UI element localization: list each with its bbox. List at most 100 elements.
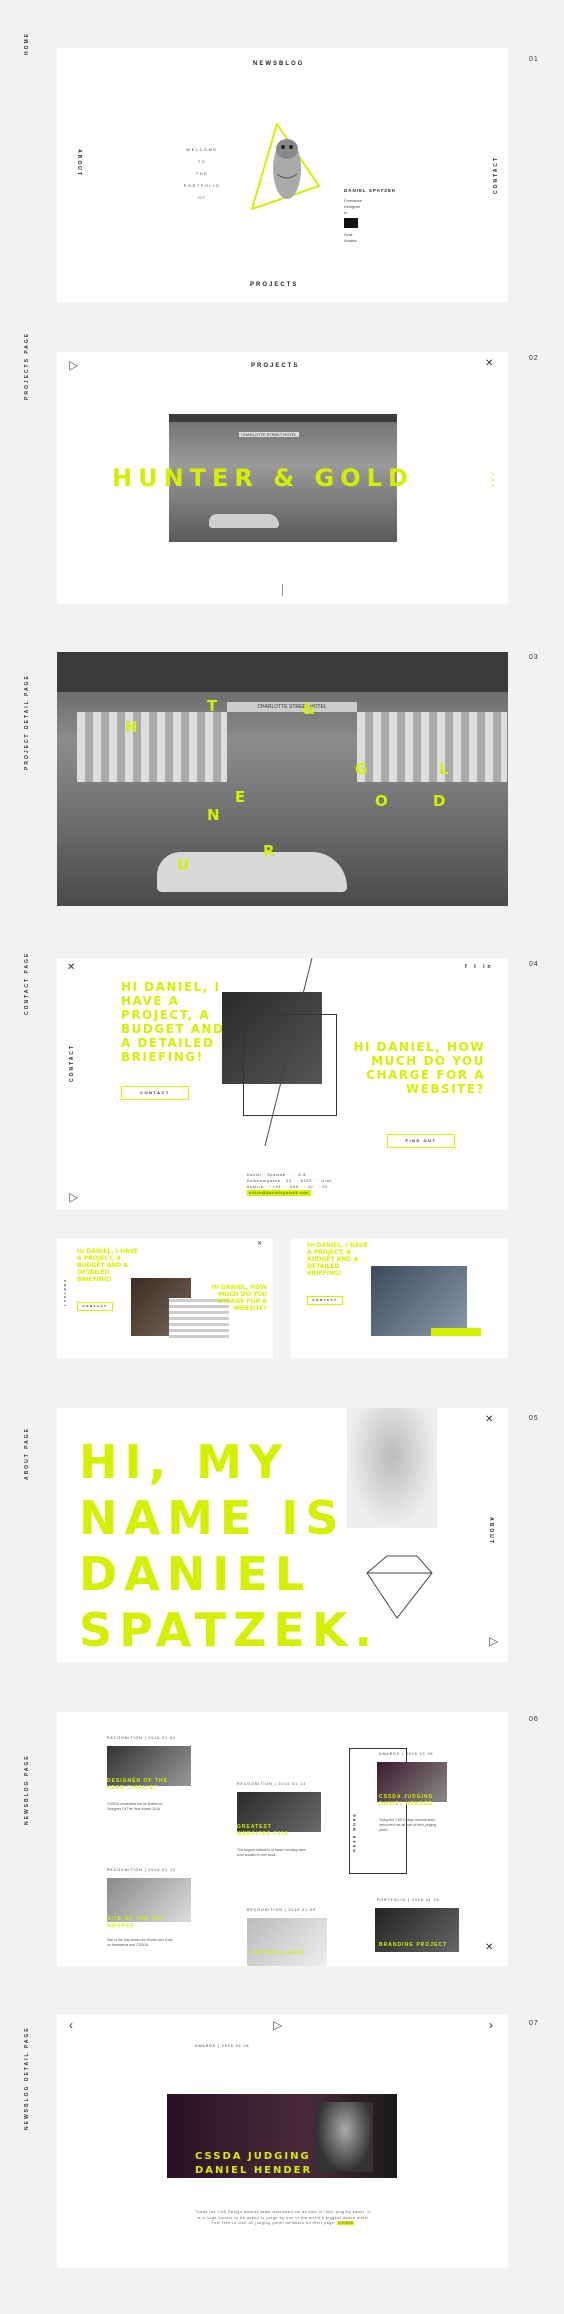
play-triangle-icon[interactable]: ▷ — [69, 358, 78, 372]
hotel-sign: CHARLOTTE STREET HOTEL — [239, 432, 299, 437]
close-icon[interactable]: ✕ — [485, 1414, 493, 1425]
close-icon[interactable]: ✕ — [485, 358, 493, 369]
cssda-link[interactable]: CSSDA — [337, 2221, 355, 2225]
project-title[interactable]: HUNTER & GOLD — [112, 464, 414, 492]
card-text: Site of the Day Award for Hunter and Gol… — [107, 1938, 173, 1947]
portrait-image — [347, 1408, 437, 1528]
detail-letter: R — [263, 842, 275, 860]
contact-panel: ✕ f t in CONTACT HI DANIEL, I HAVE A PRO… — [57, 958, 508, 1210]
variant-headline-right: HI DANIEL, HOW MUCH DO YOU CHARGE FOR A … — [211, 1284, 267, 1312]
card-text: Today the CSS Design Awards team welcome… — [379, 1818, 437, 1832]
twitter-icon[interactable]: t — [474, 964, 479, 970]
close-icon[interactable]: ✕ — [257, 1240, 262, 1247]
detail-letter: D — [433, 792, 446, 810]
welcome-text: WELCOME TO THE PORTFOLIO OF — [183, 147, 221, 200]
headline-right: HI DANIEL, HOW MUCH DO YOU CHARGE FOR A … — [353, 1040, 485, 1096]
card-meta: RECOGNITION | 2016 01 02 — [107, 1736, 177, 1740]
newsblog-detail-panel: ‹ › ▷ AWARDS | 2016 02 26 CSSDA JUDGING … — [57, 2014, 508, 2268]
about-panel: HI, MY NAME IS DANIEL SPATZEK. ✕ ABOUT ▷ — [57, 1408, 508, 1662]
projects-panel: ▷ PROJECTS ✕ CHARLOTTE STREET HOTEL HUNT… — [57, 352, 508, 604]
contact-button[interactable]: CONTACT — [121, 1086, 189, 1100]
scroll-indicator[interactable] — [282, 584, 283, 596]
email-strip — [431, 1328, 481, 1336]
detail-letter: E — [235, 788, 246, 806]
detail-letter: U — [177, 856, 190, 874]
diamond-sketch-icon — [366, 1555, 433, 1619]
building-top — [57, 652, 508, 692]
card-title[interactable]: DESIGNER OF THE YEAR FINALIST — [107, 1778, 177, 1792]
nav-contact[interactable]: CONTACT — [493, 156, 499, 194]
card-title[interactable]: GREATEST WEBSITES 2016 — [237, 1824, 307, 1838]
diagonal-line — [264, 958, 313, 1147]
card-text: CSSDA nominated me as finalist for Desig… — [107, 1802, 163, 1811]
portrait-image — [317, 2102, 373, 2172]
close-icon[interactable]: ✕ — [485, 1942, 493, 1953]
card-image[interactable] — [247, 1918, 327, 1966]
detail-letter: & — [302, 700, 316, 718]
home-panel: NEWSBLOG PROJECTS ABOUT CONTACT WELCOME … — [57, 48, 508, 302]
projects-title: PROJECTS — [251, 363, 300, 369]
section-number: 07 — [529, 2020, 539, 2027]
section-number: 02 — [529, 355, 539, 362]
nav-about[interactable]: ABOUT — [488, 1517, 494, 1545]
linkedin-icon[interactable]: in — [483, 964, 493, 970]
detail-body: Today the CSS Design Awards team welcome… — [195, 2210, 371, 2225]
owl-logo-icon — [250, 121, 321, 211]
detail-meta: AWARDS | 2016 02 26 — [195, 2044, 250, 2048]
car-shape — [209, 514, 279, 528]
next-arrow-icon[interactable]: › — [489, 2018, 493, 2032]
about-headline: HI, MY NAME IS DANIEL SPATZEK. — [79, 1435, 379, 1657]
play-triangle-icon[interactable]: ▷ — [273, 2018, 282, 2032]
contact-button[interactable]: CONTACT — [77, 1302, 113, 1311]
section-number: 01 — [529, 56, 539, 63]
card-meta: RECOGNITION | 2016 01 14 — [237, 1782, 307, 1786]
card-title[interactable]: SITE OF THE DAY AWARDS — [107, 1916, 177, 1930]
card-title[interactable]: CSSDA JUDGING DANIEL HENDER — [379, 1794, 439, 1808]
section-number: 04 — [529, 961, 539, 968]
contact-button[interactable]: CONTACT — [307, 1296, 343, 1305]
detail-letter: N — [207, 806, 220, 824]
next-arrow-icon[interactable]: > > > — [491, 472, 499, 496]
social-icons[interactable]: f t in — [465, 964, 494, 970]
nav-about[interactable]: ABOUT — [76, 149, 82, 177]
detail-letter: H — [125, 718, 138, 736]
card-title[interactable]: BRANDING PROJECT — [379, 1942, 449, 1949]
card-title[interactable]: HUNTER & GOLD — [251, 1950, 321, 1957]
nav-contact[interactable]: CONTACT — [69, 1044, 75, 1082]
newsblog-panel: RECOGNITION | 2016 01 02 DESIGNER OF THE… — [57, 1712, 508, 1966]
nav-newsblog[interactable]: NEWSBLOG — [253, 61, 304, 67]
close-icon[interactable]: ✕ — [67, 962, 75, 973]
facebook-icon[interactable]: f — [465, 964, 470, 970]
email-link[interactable]: office@danielspatzek.com — [247, 1190, 312, 1196]
detail-letter: O — [375, 792, 388, 810]
card-meta: AWARDS | 2016 02 26 — [379, 1752, 434, 1756]
card-text: The largest collection of award winning … — [237, 1848, 306, 1857]
nav-projects[interactable]: PROJECTS — [250, 282, 298, 288]
section-number: 06 — [529, 1716, 539, 1723]
play-triangle-icon[interactable]: ▷ — [69, 1190, 78, 1204]
card-meta: PORTFOLIO | 2016 01 26 — [377, 1898, 440, 1902]
section-number: 03 — [529, 654, 539, 661]
roles: Freelance Designer in — [344, 198, 362, 215]
contact-variant-2: HI DANIEL, I HAVE A PROJECT, A BUDGET AN… — [291, 1238, 508, 1358]
section-number: 05 — [529, 1415, 539, 1422]
brand-name: DANIEL SPATZEK — [344, 188, 397, 193]
awning-left — [77, 712, 227, 782]
contact-variant-1: HI DANIEL, I HAVE A PROJECT, A BUDGET AN… — [57, 1238, 273, 1358]
black-box — [344, 218, 358, 228]
detail-letter: L — [439, 760, 449, 778]
card-meta: RECOGNITION | 2016 01 09 — [247, 1908, 317, 1912]
address-block: Daniel · Spatzek · · · A-8 Kalbhaargasse… — [247, 1173, 333, 1196]
awning-right — [357, 712, 507, 782]
read-more-link[interactable]: READ MORE — [353, 1812, 357, 1851]
play-triangle-icon[interactable]: ▷ — [489, 1634, 498, 1648]
prev-arrow-icon[interactable]: ‹ — [69, 2018, 73, 2032]
detail-letter: T — [207, 697, 218, 715]
scene-image — [371, 1266, 467, 1336]
project-detail-panel: CHARLOTTE STREET HOTEL H U N T E R & G O… — [57, 652, 508, 906]
find-out-button[interactable]: FIND OUT — [387, 1134, 455, 1148]
nav-contact[interactable]: CONTACT — [63, 1280, 67, 1308]
detail-letter: G — [355, 760, 368, 778]
detail-title: CSSDA JUDGING DANIEL HENDER — [195, 2151, 313, 2176]
variant-headline: HI DANIEL, I HAVE A PROJECT, A BUDGET AN… — [307, 1242, 368, 1277]
